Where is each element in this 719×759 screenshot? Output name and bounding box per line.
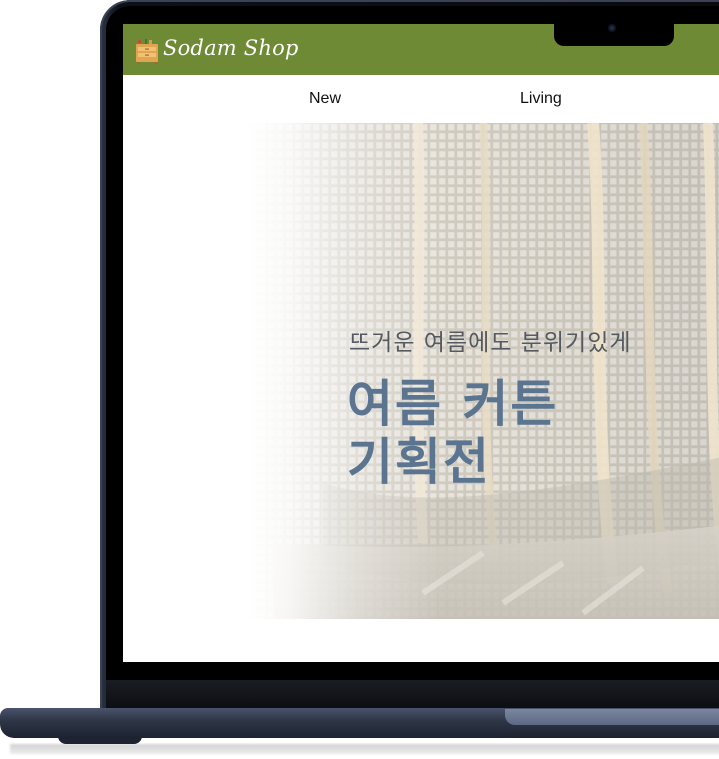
hero-title-line-1: 여름 커튼	[347, 375, 559, 433]
nav-item-living[interactable]: Living	[520, 90, 562, 108]
laptop-mockup: Sodam Shop New Living 뜨거운 여름에도 분위기있게 여름 …	[0, 0, 719, 759]
hero-subtitle: 뜨거운 여름에도 분위기있게	[349, 330, 632, 356]
drawer-cabinet-icon[interactable]	[135, 38, 159, 64]
nav-item-new[interactable]: New	[309, 90, 341, 108]
laptop-base-lip	[505, 709, 719, 725]
main-nav: New Living	[123, 75, 719, 123]
laptop-shadow	[10, 744, 719, 754]
hero-fade-overlay	[123, 123, 719, 619]
hero-title-line-2: 기획전	[347, 433, 491, 491]
browser-screen: Sodam Shop New Living 뜨거운 여름에도 분위기있게 여름 …	[123, 24, 719, 662]
laptop-foot	[58, 736, 142, 744]
hero-banner[interactable]: 뜨거운 여름에도 분위기있게 여름 커튼 기획전	[123, 123, 719, 619]
laptop-hinge	[106, 680, 719, 708]
camera-icon	[608, 24, 616, 32]
hero-title: 여름 커튼 기획전	[347, 375, 558, 491]
brand-logo-link[interactable]: Sodam Shop	[163, 36, 299, 60]
